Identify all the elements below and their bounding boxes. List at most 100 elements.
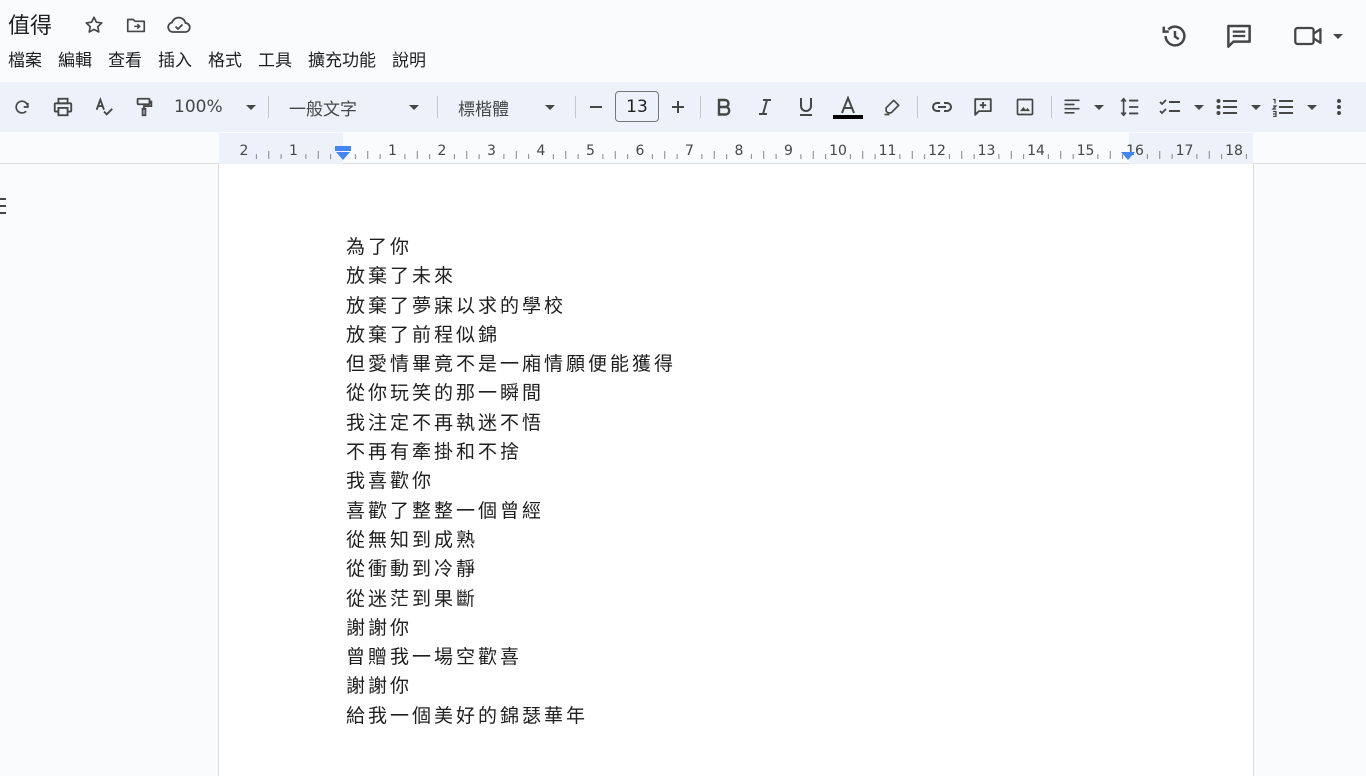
ruler-number: 2 (240, 143, 249, 159)
ruler-number: 3 (487, 143, 496, 159)
text-line[interactable]: 謝謝你 (346, 672, 676, 701)
bulleted-list-select[interactable] (1215, 93, 1261, 121)
text-line[interactable]: 從迷茫到果斷 (346, 585, 676, 614)
zoom-value: 100% (174, 97, 223, 117)
align-select[interactable] (1062, 93, 1104, 121)
meet-video-icon[interactable] (1293, 20, 1351, 52)
increase-font-size-button[interactable] (667, 93, 689, 121)
decrease-font-size-button[interactable] (585, 93, 607, 121)
italic-icon[interactable] (753, 93, 777, 121)
text-line[interactable]: 放棄了前程似錦 (346, 321, 676, 350)
ruler-number: 9 (784, 143, 793, 159)
chevron-down-icon (1307, 104, 1317, 110)
underline-icon[interactable] (794, 93, 818, 121)
menu-edit[interactable]: 編輯 (50, 44, 100, 73)
text-line[interactable]: 從衝動到冷靜 (346, 555, 676, 584)
ruler-number: 1 (289, 143, 298, 159)
menu-format[interactable]: 格式 (200, 44, 250, 73)
spellcheck-icon[interactable] (91, 93, 117, 121)
text-color-button[interactable] (833, 93, 863, 121)
print-icon[interactable] (50, 93, 76, 121)
horizontal-ruler[interactable]: 2 1 1 2 3 4 5 6 7 8 9 10 11 12 13 14 15 16 17 18 (219, 133, 1253, 164)
divider (700, 96, 701, 118)
menu-bar: 檔案 編輯 查看 插入 格式 工具 擴充功能 說明 (0, 44, 434, 73)
chevron-down-icon (1194, 104, 1204, 110)
bulleted-list-icon (1216, 99, 1237, 115)
comment-history-icon[interactable] (1223, 20, 1255, 52)
menu-file[interactable]: 檔案 (0, 44, 50, 73)
text-line[interactable]: 謝謝你 (346, 614, 676, 643)
redo-icon[interactable] (10, 93, 34, 121)
checklist-icon (1159, 99, 1180, 115)
title-bar: 值得 檔案 編輯 查看 插入 格式 工具 擴充功能 說明 (0, 0, 1366, 80)
first-line-indent-marker[interactable] (335, 146, 351, 151)
numbered-list-icon (1271, 98, 1293, 117)
ruler-number: 6 (636, 143, 645, 159)
ruler-number: 14 (1027, 143, 1045, 159)
insert-image-icon[interactable] (1012, 93, 1038, 121)
divider (575, 96, 576, 118)
text-line[interactable]: 喜歡了整整一個曾經 (346, 497, 676, 526)
style-select[interactable]: 一般文字 (289, 93, 419, 121)
chevron-down-icon (1333, 33, 1343, 39)
ruler-number: 12 (928, 143, 946, 159)
insert-link-icon[interactable] (929, 93, 955, 121)
ruler-area: 2 1 1 2 3 4 5 6 7 8 9 10 11 12 13 14 15 16 17 18 (0, 133, 1366, 164)
ruler-number: 2 (438, 143, 447, 159)
divider (1051, 96, 1052, 118)
text-line[interactable]: 但愛情畢竟不是一廂情願便能獲得 (346, 350, 676, 379)
document-body[interactable]: 為了你 放棄了未來 放棄了夢寐以求的學校 放棄了前程似錦 但愛情畢竟不是一廂情願便能獲得… (346, 233, 676, 731)
text-color-icon (841, 95, 855, 113)
star-icon[interactable] (82, 13, 106, 37)
highlight-icon[interactable] (880, 93, 904, 121)
text-line[interactable]: 曾贈我一場空歡喜 (346, 643, 676, 672)
bold-icon[interactable] (712, 93, 736, 121)
text-line[interactable]: 為了你 (346, 233, 676, 262)
align-left-icon (1064, 99, 1080, 114)
menu-tools[interactable]: 工具 (250, 44, 300, 73)
checklist-select[interactable] (1158, 93, 1204, 121)
text-line[interactable]: 我喜歡你 (346, 467, 676, 496)
text-line[interactable]: 放棄了未來 (346, 262, 676, 291)
text-line[interactable]: 我注定不再執迷不悟 (346, 409, 676, 438)
ruler-number: 1 (388, 143, 397, 159)
ruler-number: 4 (537, 143, 546, 159)
text-color-swatch (833, 114, 863, 119)
ruler-number: 5 (586, 143, 595, 159)
ruler-number: 8 (735, 143, 744, 159)
text-line[interactable]: 從你玩笑的那一瞬間 (346, 379, 676, 408)
chevron-down-icon (1251, 104, 1261, 110)
text-line[interactable]: 放棄了夢寐以求的學校 (346, 292, 676, 321)
menu-help[interactable]: 說明 (384, 44, 434, 73)
divider (268, 96, 269, 118)
text-line[interactable]: 給我一個美好的錦瑟華年 (346, 702, 676, 731)
add-comment-icon[interactable] (970, 93, 996, 121)
font-select[interactable]: 標楷體 (458, 93, 555, 121)
toolbar: 100% 一般文字 標楷體 (0, 82, 1366, 132)
ruler-number: 13 (978, 143, 996, 159)
menu-insert[interactable]: 插入 (150, 44, 200, 73)
ruler-number: 10 (829, 143, 847, 159)
divider (917, 96, 918, 118)
version-history-icon[interactable] (1159, 20, 1191, 52)
line-spacing-icon[interactable] (1117, 93, 1143, 121)
style-value: 一般文字 (289, 99, 357, 120)
font-size-input[interactable]: 13 (615, 91, 659, 122)
ruler-number: 18 (1225, 143, 1243, 159)
document-page[interactable]: 為了你 放棄了未來 放棄了夢寐以求的學校 放棄了前程似錦 但愛情畢竟不是一廂情願便能獲得… (218, 164, 1254, 776)
document-outline-icon[interactable] (0, 196, 8, 216)
text-line[interactable]: 從無知到成熟 (346, 526, 676, 555)
menu-extensions[interactable]: 擴充功能 (300, 44, 384, 73)
numbered-list-select[interactable] (1271, 93, 1317, 121)
ruler-number: 11 (879, 143, 897, 159)
text-line[interactable]: 不再有牽掛和不捨 (346, 438, 676, 467)
menu-view[interactable]: 查看 (100, 44, 150, 73)
zoom-select[interactable]: 100% (174, 93, 256, 121)
paint-format-icon[interactable] (131, 93, 157, 121)
document-title[interactable]: 值得 (8, 8, 52, 40)
ruler-number: 15 (1077, 143, 1095, 159)
chevron-down-icon (545, 104, 555, 110)
cloud-saved-icon[interactable] (165, 13, 193, 37)
move-folder-icon[interactable] (124, 13, 148, 37)
more-options-icon[interactable] (1330, 93, 1348, 121)
